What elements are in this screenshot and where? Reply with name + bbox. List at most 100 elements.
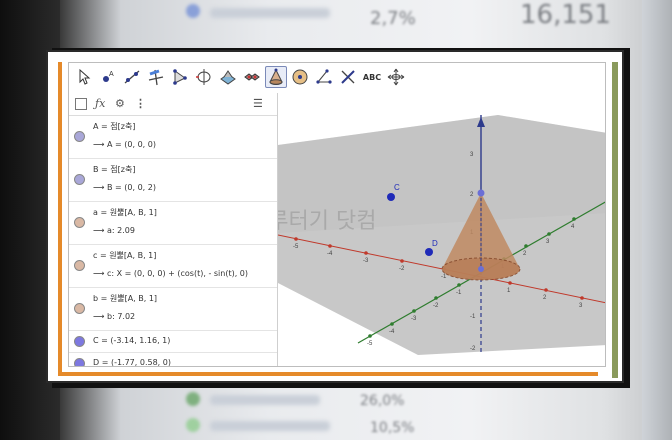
row-value: ⟶ b: 7.02 — [93, 312, 136, 321]
x-axis-tick — [400, 259, 404, 263]
cone-tool[interactable] — [265, 66, 287, 88]
z-axis-tick-label: -1 — [470, 314, 476, 320]
circle-axis-tool[interactable] — [193, 66, 215, 88]
polygon-tool[interactable] — [169, 66, 191, 88]
y-axis-tick — [547, 232, 551, 236]
x-axis-tick — [580, 296, 584, 300]
algebra-rows: A = 점[z축] ⟶ A = (0, 0, 0) B = 점[z축] ⟶ B … — [69, 116, 277, 367]
gear-icon[interactable]: ⚙ — [115, 97, 125, 110]
x-axis-tick — [544, 288, 548, 292]
background-line — [210, 8, 330, 18]
algebra-row-a[interactable]: a = 원뿔[A, B, 1] ⟶ a: 2.09 — [69, 202, 277, 245]
x-axis-tick — [328, 244, 332, 248]
y-axis-tick-label: -3 — [411, 316, 417, 322]
visibility-toggle[interactable] — [74, 217, 85, 228]
net-icon — [244, 73, 260, 81]
visibility-toggle[interactable] — [74, 131, 85, 142]
algebra-row-c[interactable]: c = 원뿔[A, B, 1] ⟶ c: X = (0, 0, 0) + (co… — [69, 245, 277, 288]
x-axis-tick-label: -4 — [327, 251, 333, 257]
move-tool[interactable] — [73, 66, 95, 88]
visibility-toggle[interactable] — [74, 336, 85, 347]
fx-icon[interactable]: ƒx — [95, 97, 105, 110]
background-dot — [186, 392, 200, 406]
point-tool[interactable]: A — [97, 66, 119, 88]
watermark-text: 그루터기 닷컴 — [278, 209, 377, 234]
row-definition: C = (-3.14, 1.16, 1) — [93, 336, 171, 345]
x-axis-tick-label: -2 — [399, 266, 405, 272]
background-dot — [186, 4, 200, 18]
row-value: ⟶ B = (0, 0, 2) — [93, 183, 156, 192]
view-tool[interactable] — [385, 66, 407, 88]
background-bottom-number: 26,0% — [360, 393, 405, 409]
y-axis-tick-label: -4 — [389, 329, 395, 335]
algebra-row-D[interactable]: D = (-1.77, 0.58, 0) — [69, 353, 277, 367]
point-D-label: D — [432, 239, 438, 248]
background-line — [210, 421, 330, 431]
plane-tool[interactable] — [217, 66, 239, 88]
row-definition: A = 점[z축] — [93, 122, 136, 131]
net-tool[interactable] — [241, 66, 263, 88]
y-axis-tick — [412, 309, 416, 313]
algebra-row-B[interactable]: B = 점[z축] ⟶ B = (0, 0, 2) — [69, 159, 277, 202]
point-A[interactable] — [478, 266, 484, 272]
visibility-toggle[interactable] — [74, 174, 85, 185]
y-axis-tick — [368, 334, 372, 338]
y-axis-tick — [457, 283, 461, 287]
geogebra-window: A ABC ƒx ⚙ ⋮ ☰ A = 점[z축] ⟶ A = (0, 0, 0)… — [68, 62, 606, 367]
reflect-icon — [341, 70, 355, 84]
y-axis-tick-label: -2 — [433, 303, 439, 309]
x-axis-tick — [364, 251, 368, 255]
x-axis-tick — [508, 281, 512, 285]
background-right-edge — [642, 0, 672, 440]
z-axis-tick-label: -2 — [470, 346, 476, 352]
toolbar: A ABC — [69, 63, 605, 94]
view-rotate-icon — [387, 68, 405, 86]
row-value: ⟶ c: X = (0, 0, 0) + (cos(t), - sin(t), … — [93, 269, 249, 278]
sort-icon[interactable] — [75, 98, 87, 110]
background-big-number: 16,151 — [520, 0, 611, 30]
background-line — [210, 395, 320, 405]
perpendicular-icon — [148, 69, 164, 86]
background-dot — [186, 418, 200, 432]
visibility-toggle[interactable] — [74, 303, 85, 314]
visibility-toggle[interactable] — [74, 358, 85, 366]
x-axis-tick-label: -5 — [293, 244, 299, 250]
background-bottom-number: 10,5% — [370, 420, 415, 436]
graphics-3d-view[interactable]: -5-4-3-2-1123-5-4-3-2-11234321-1-2 C D 그… — [278, 93, 605, 366]
plane-icon — [220, 70, 236, 85]
accent-bar-orange-bottom — [58, 372, 598, 376]
y-axis-tick-label: -1 — [456, 290, 462, 296]
angle-tool[interactable] — [313, 66, 335, 88]
point-C-label: C — [394, 183, 400, 192]
sphere-tool[interactable] — [289, 66, 311, 88]
reflect-tool[interactable] — [337, 66, 359, 88]
circle-axis-icon — [196, 69, 211, 85]
visibility-toggle[interactable] — [74, 260, 85, 271]
accent-bar-orange — [58, 62, 62, 374]
algebra-header: ƒx ⚙ ⋮ ☰ — [69, 93, 277, 116]
text-tool[interactable]: ABC — [361, 66, 383, 88]
x-axis-tick-label: -1 — [441, 274, 447, 280]
row-value: ⟶ a: 2.09 — [93, 226, 135, 235]
more-icon[interactable]: ⋮ — [135, 97, 146, 110]
menu-lines-icon[interactable]: ☰ — [253, 97, 263, 110]
algebra-row-A[interactable]: A = 점[z축] ⟶ A = (0, 0, 0) — [69, 116, 277, 159]
x-axis-tick-label: -3 — [363, 258, 369, 264]
point-B[interactable] — [477, 189, 485, 197]
algebra-row-C[interactable]: C = (-3.14, 1.16, 1) — [69, 331, 277, 353]
polygon-icon — [173, 69, 187, 85]
cone-icon — [269, 68, 283, 85]
point-D[interactable] — [425, 248, 433, 256]
cursor-icon — [79, 68, 91, 85]
sphere-icon — [292, 69, 308, 85]
row-definition: D = (-1.77, 0.58, 0) — [93, 358, 171, 367]
background-small-number: 2,7% — [370, 8, 416, 29]
y-axis-tick — [524, 244, 528, 248]
line-tool[interactable] — [121, 66, 143, 88]
perpendicular-tool[interactable] — [145, 66, 167, 88]
algebra-row-b[interactable]: b = 원뿔[A, B, 1] ⟶ b: 7.02 — [69, 288, 277, 331]
angle-icon — [316, 69, 332, 84]
row-definition: a = 원뿔[A, B, 1] — [93, 208, 157, 217]
y-axis-tick — [390, 322, 394, 326]
point-C[interactable] — [387, 193, 395, 201]
